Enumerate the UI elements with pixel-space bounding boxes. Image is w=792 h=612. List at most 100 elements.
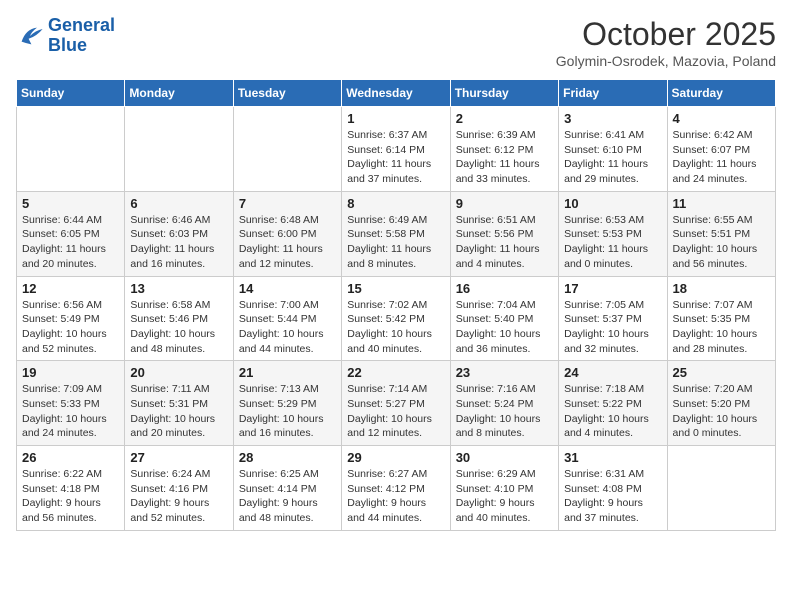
calendar-cell: 24 Sunrise: 7:18 AMSunset: 5:22 PMDayligh… — [559, 361, 667, 446]
weekday-header: Monday — [125, 80, 233, 107]
weekday-header: Tuesday — [233, 80, 341, 107]
calendar-cell: 31 Sunrise: 6:31 AMSunset: 4:08 PMDayligh… — [559, 446, 667, 531]
day-info: Sunrise: 7:07 AMSunset: 5:35 PMDaylight:… — [673, 298, 770, 357]
calendar-week-row: 12 Sunrise: 6:56 AMSunset: 5:49 PMDayligh… — [17, 276, 776, 361]
day-number: 23 — [456, 365, 553, 380]
calendar-cell: 6 Sunrise: 6:46 AMSunset: 6:03 PMDaylight… — [125, 191, 233, 276]
day-number: 30 — [456, 450, 553, 465]
calendar-cell: 28 Sunrise: 6:25 AMSunset: 4:14 PMDayligh… — [233, 446, 341, 531]
calendar-cell: 27 Sunrise: 6:24 AMSunset: 4:16 PMDayligh… — [125, 446, 233, 531]
day-info: Sunrise: 7:09 AMSunset: 5:33 PMDaylight:… — [22, 382, 119, 441]
weekday-header: Saturday — [667, 80, 775, 107]
day-info: Sunrise: 6:44 AMSunset: 6:05 PMDaylight:… — [22, 213, 119, 272]
day-number: 5 — [22, 196, 119, 211]
logo-icon — [16, 22, 44, 50]
day-number: 4 — [673, 111, 770, 126]
calendar-cell: 23 Sunrise: 7:16 AMSunset: 5:24 PMDayligh… — [450, 361, 558, 446]
page-header: General Blue October 2025 Golymin-Osrode… — [16, 16, 776, 69]
calendar-table: SundayMondayTuesdayWednesdayThursdayFrid… — [16, 79, 776, 531]
day-number: 26 — [22, 450, 119, 465]
day-number: 31 — [564, 450, 661, 465]
day-number: 24 — [564, 365, 661, 380]
calendar-week-row: 1 Sunrise: 6:37 AMSunset: 6:14 PMDaylight… — [17, 107, 776, 192]
calendar-cell: 26 Sunrise: 6:22 AMSunset: 4:18 PMDayligh… — [17, 446, 125, 531]
calendar-cell: 11 Sunrise: 6:55 AMSunset: 5:51 PMDayligh… — [667, 191, 775, 276]
day-info: Sunrise: 6:42 AMSunset: 6:07 PMDaylight:… — [673, 128, 770, 187]
day-info: Sunrise: 7:05 AMSunset: 5:37 PMDaylight:… — [564, 298, 661, 357]
calendar-cell: 4 Sunrise: 6:42 AMSunset: 6:07 PMDaylight… — [667, 107, 775, 192]
location-subtitle: Golymin-Osrodek, Mazovia, Poland — [556, 53, 776, 69]
logo-text: General Blue — [48, 16, 115, 56]
day-number: 7 — [239, 196, 336, 211]
day-number: 3 — [564, 111, 661, 126]
day-number: 22 — [347, 365, 444, 380]
calendar-cell: 30 Sunrise: 6:29 AMSunset: 4:10 PMDayligh… — [450, 446, 558, 531]
calendar-cell: 7 Sunrise: 6:48 AMSunset: 6:00 PMDaylight… — [233, 191, 341, 276]
weekday-header: Wednesday — [342, 80, 450, 107]
calendar-cell: 15Sunrise: 7:02 AMSunset: 5:42 PMDayligh… — [342, 276, 450, 361]
calendar-week-row: 26 Sunrise: 6:22 AMSunset: 4:18 PMDayligh… — [17, 446, 776, 531]
day-info: Sunrise: 6:56 AMSunset: 5:49 PMDaylight:… — [22, 298, 119, 357]
day-number: 13 — [130, 281, 227, 296]
day-number: 19 — [22, 365, 119, 380]
day-info: Sunrise: 7:16 AMSunset: 5:24 PMDaylight:… — [456, 382, 553, 441]
day-info: Sunrise: 6:49 AMSunset: 5:58 PMDaylight:… — [347, 213, 444, 272]
calendar-cell: 14 Sunrise: 7:00 AMSunset: 5:44 PMDayligh… — [233, 276, 341, 361]
day-number: 8 — [347, 196, 444, 211]
day-info: Sunrise: 6:37 AMSunset: 6:14 PMDaylight:… — [347, 128, 444, 187]
day-info: Sunrise: 6:51 AMSunset: 5:56 PMDaylight:… — [456, 213, 553, 272]
day-number: 29 — [347, 450, 444, 465]
day-info: Sunrise: 7:11 AMSunset: 5:31 PMDaylight:… — [130, 382, 227, 441]
day-info: Sunrise: 7:20 AMSunset: 5:20 PMDaylight:… — [673, 382, 770, 441]
day-info: Sunrise: 6:39 AMSunset: 6:12 PMDaylight:… — [456, 128, 553, 187]
day-number: 9 — [456, 196, 553, 211]
day-info: Sunrise: 6:24 AMSunset: 4:16 PMDaylight:… — [130, 467, 227, 526]
day-number: 2 — [456, 111, 553, 126]
day-info: Sunrise: 7:13 AMSunset: 5:29 PMDaylight:… — [239, 382, 336, 441]
day-number: 28 — [239, 450, 336, 465]
day-number: 25 — [673, 365, 770, 380]
day-info: Sunrise: 6:25 AMSunset: 4:14 PMDaylight:… — [239, 467, 336, 526]
day-number: 14 — [239, 281, 336, 296]
day-number: 6 — [130, 196, 227, 211]
calendar-cell: 22 Sunrise: 7:14 AMSunset: 5:27 PMDayligh… — [342, 361, 450, 446]
day-number: 12 — [22, 281, 119, 296]
day-info: Sunrise: 6:46 AMSunset: 6:03 PMDaylight:… — [130, 213, 227, 272]
day-info: Sunrise: 6:48 AMSunset: 6:00 PMDaylight:… — [239, 213, 336, 272]
day-number: 11 — [673, 196, 770, 211]
day-number: 17 — [564, 281, 661, 296]
day-number: 27 — [130, 450, 227, 465]
day-info: Sunrise: 6:31 AMSunset: 4:08 PMDaylight:… — [564, 467, 661, 526]
day-info: Sunrise: 6:27 AMSunset: 4:12 PMDaylight:… — [347, 467, 444, 526]
calendar-cell: 5 Sunrise: 6:44 AMSunset: 6:05 PMDaylight… — [17, 191, 125, 276]
calendar-cell: 10Sunrise: 6:53 AMSunset: 5:53 PMDayligh… — [559, 191, 667, 276]
calendar-cell: 19 Sunrise: 7:09 AMSunset: 5:33 PMDayligh… — [17, 361, 125, 446]
calendar-cell — [233, 107, 341, 192]
calendar-cell: 25 Sunrise: 7:20 AMSunset: 5:20 PMDayligh… — [667, 361, 775, 446]
day-info: Sunrise: 6:53 AMSunset: 5:53 PMDaylight:… — [564, 213, 661, 272]
weekday-header-row: SundayMondayTuesdayWednesdayThursdayFrid… — [17, 80, 776, 107]
day-info: Sunrise: 6:41 AMSunset: 6:10 PMDaylight:… — [564, 128, 661, 187]
day-info: Sunrise: 7:00 AMSunset: 5:44 PMDaylight:… — [239, 298, 336, 357]
day-info: Sunrise: 6:29 AMSunset: 4:10 PMDaylight:… — [456, 467, 553, 526]
calendar-week-row: 5 Sunrise: 6:44 AMSunset: 6:05 PMDaylight… — [17, 191, 776, 276]
calendar-cell: 9 Sunrise: 6:51 AMSunset: 5:56 PMDaylight… — [450, 191, 558, 276]
logo: General Blue — [16, 16, 115, 56]
calendar-cell: 17 Sunrise: 7:05 AMSunset: 5:37 PMDayligh… — [559, 276, 667, 361]
calendar-cell: 21Sunrise: 7:13 AMSunset: 5:29 PMDayligh… — [233, 361, 341, 446]
day-info: Sunrise: 7:14 AMSunset: 5:27 PMDaylight:… — [347, 382, 444, 441]
day-number: 16 — [456, 281, 553, 296]
weekday-header: Thursday — [450, 80, 558, 107]
day-info: Sunrise: 7:18 AMSunset: 5:22 PMDaylight:… — [564, 382, 661, 441]
day-info: Sunrise: 6:55 AMSunset: 5:51 PMDaylight:… — [673, 213, 770, 272]
calendar-cell: 1 Sunrise: 6:37 AMSunset: 6:14 PMDaylight… — [342, 107, 450, 192]
calendar-cell: 2 Sunrise: 6:39 AMSunset: 6:12 PMDaylight… — [450, 107, 558, 192]
calendar-cell: 18Sunrise: 7:07 AMSunset: 5:35 PMDayligh… — [667, 276, 775, 361]
calendar-cell: 29 Sunrise: 6:27 AMSunset: 4:12 PMDayligh… — [342, 446, 450, 531]
day-info: Sunrise: 6:22 AMSunset: 4:18 PMDaylight:… — [22, 467, 119, 526]
calendar-cell: 13Sunrise: 6:58 AMSunset: 5:46 PMDayligh… — [125, 276, 233, 361]
calendar-cell: 8 Sunrise: 6:49 AMSunset: 5:58 PMDaylight… — [342, 191, 450, 276]
day-number: 1 — [347, 111, 444, 126]
calendar-cell: 12 Sunrise: 6:56 AMSunset: 5:49 PMDayligh… — [17, 276, 125, 361]
title-block: October 2025 Golymin-Osrodek, Mazovia, P… — [556, 16, 776, 69]
